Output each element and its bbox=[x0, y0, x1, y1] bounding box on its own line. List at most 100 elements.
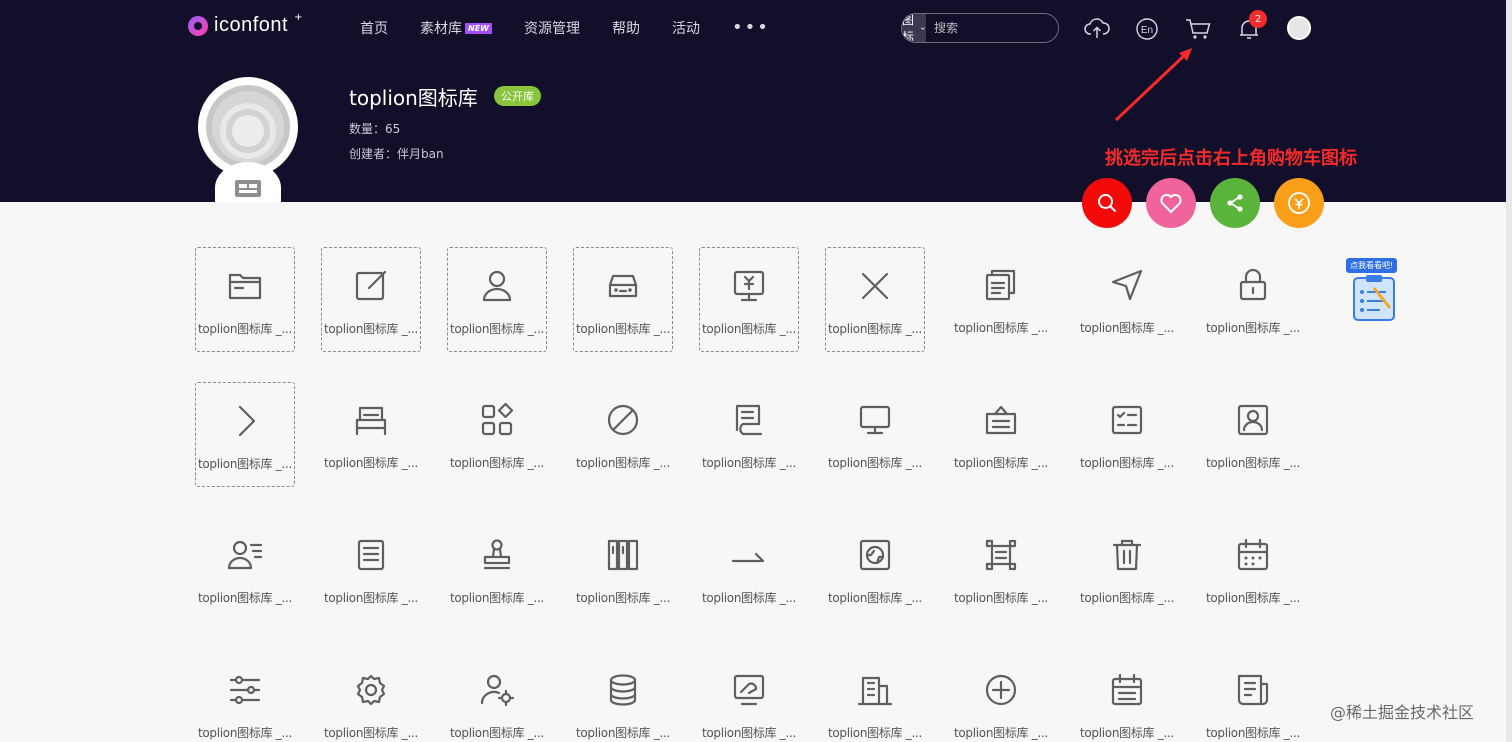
cloud-upload-icon[interactable] bbox=[1084, 16, 1110, 42]
calendar-icon bbox=[1233, 535, 1273, 575]
icon-label: toplion图标库 _... bbox=[827, 456, 923, 470]
magnifier-icon bbox=[1098, 194, 1117, 213]
icon-label: toplion图标库 _... bbox=[323, 456, 419, 470]
favorite-button[interactable] bbox=[1146, 178, 1196, 228]
cart-icon[interactable] bbox=[1185, 16, 1211, 42]
trash-icon bbox=[1107, 535, 1147, 575]
icon-card[interactable]: toplion图标库 _... bbox=[573, 247, 673, 352]
icon-card[interactable]: toplion图标库 _... bbox=[321, 517, 421, 622]
search-type-label: 图标 bbox=[902, 13, 915, 43]
forbidden-icon bbox=[603, 400, 643, 440]
books-icon bbox=[603, 535, 643, 575]
icon-card[interactable]: toplion图标库 _... bbox=[1077, 382, 1177, 487]
stamp-icon bbox=[477, 535, 517, 575]
icon-label: toplion图标库 _... bbox=[575, 726, 671, 740]
icon-card[interactable]: toplion图标库 _... bbox=[1203, 382, 1303, 487]
nav-activities[interactable]: 活动 bbox=[672, 18, 700, 38]
icon-card[interactable]: toplion图标库 _... bbox=[321, 382, 421, 487]
building-icon bbox=[855, 670, 895, 710]
icon-card[interactable]: toplion图标库 _... bbox=[951, 247, 1051, 352]
icon-card[interactable]: toplion图标库 _... bbox=[1077, 517, 1177, 622]
icon-card[interactable]: toplion图标库 _... bbox=[825, 382, 925, 487]
icon-label: toplion图标库 _... bbox=[953, 726, 1049, 740]
icon-card[interactable]: toplion图标库 _... bbox=[573, 652, 673, 742]
icon-label: toplion图标库 _... bbox=[1205, 726, 1301, 740]
document-stack-icon bbox=[981, 265, 1021, 305]
icon-card[interactable]: toplion图标库 _... bbox=[447, 382, 547, 487]
search-action-button[interactable] bbox=[1082, 178, 1132, 228]
icon-card[interactable]: toplion图标库 _... bbox=[321, 652, 421, 742]
icon-card[interactable]: toplion图标库 _... bbox=[825, 652, 925, 742]
icon-label: toplion图标库 _... bbox=[449, 456, 545, 470]
icon-card[interactable]: toplion图标库 _... bbox=[195, 247, 295, 352]
language-icon[interactable]: En bbox=[1134, 16, 1160, 42]
page: iconfont + 首页 素材库NEW 资源管理 帮助 活动 ••• 图标 bbox=[0, 0, 1512, 742]
icon-card[interactable]: toplion图标库 _... bbox=[195, 652, 295, 742]
icon-card[interactable]: toplion图标库 _... bbox=[951, 517, 1051, 622]
chevron-right-icon bbox=[225, 401, 265, 441]
promo-widget[interactable]: 点我看看吧! bbox=[1346, 258, 1404, 326]
edit-icon bbox=[351, 266, 391, 306]
nav-home[interactable]: 首页 bbox=[360, 18, 388, 38]
checklist-icon bbox=[1107, 400, 1147, 440]
database-icon bbox=[603, 670, 643, 710]
picture-icon bbox=[855, 535, 895, 575]
icon-card[interactable]: toplion图标库 _... bbox=[447, 652, 547, 742]
icon-card[interactable]: toplion图标库 _... bbox=[447, 517, 547, 622]
icon-label: toplion图标库 _... bbox=[701, 726, 797, 740]
icon-label: toplion图标库 _... bbox=[1079, 456, 1175, 470]
icon-card[interactable]: toplion图标库 _... bbox=[825, 247, 925, 352]
heart-icon bbox=[1160, 193, 1182, 214]
search-type-select[interactable]: 图标 bbox=[902, 13, 927, 43]
library-title: toplion图标库 bbox=[349, 86, 478, 110]
icon-card[interactable]: toplion图标库 _... bbox=[321, 247, 421, 352]
logo[interactable]: iconfont + bbox=[188, 12, 302, 37]
public-library-tag: 公开库 bbox=[494, 86, 541, 106]
user-icon bbox=[477, 266, 517, 306]
icon-card[interactable]: toplion图标库 _... bbox=[699, 382, 799, 487]
clipboard-icon bbox=[1353, 275, 1395, 321]
user-avatar[interactable] bbox=[1287, 16, 1311, 40]
user-settings-icon bbox=[477, 670, 517, 710]
top-nav: iconfont + 首页 素材库NEW 资源管理 帮助 活动 ••• 图标 bbox=[0, 0, 1506, 56]
search-input[interactable] bbox=[926, 14, 1058, 42]
search-box: 图标 bbox=[901, 13, 1059, 43]
nav-help[interactable]: 帮助 bbox=[612, 18, 640, 38]
library-creator[interactable]: 创建者：伴月ban bbox=[349, 145, 444, 162]
icon-card[interactable]: toplion图标库 _... bbox=[1203, 652, 1303, 742]
folder-icon bbox=[225, 266, 265, 306]
icon-card[interactable]: toplion图标库 _... bbox=[951, 382, 1051, 487]
icon-card[interactable]: toplion图标库 _... bbox=[195, 382, 295, 487]
icon-card[interactable]: toplion图标库 _... bbox=[195, 517, 295, 622]
icon-label: toplion图标库 _... bbox=[953, 456, 1049, 470]
icon-card[interactable]: toplion图标库 _... bbox=[1203, 517, 1303, 622]
nav-resource-management[interactable]: 资源管理 bbox=[524, 18, 580, 38]
icon-label: toplion图标库 _... bbox=[197, 726, 293, 740]
icon-label: toplion图标库 _... bbox=[323, 591, 419, 605]
nav-materials[interactable]: 素材库 NEW bbox=[420, 18, 492, 38]
more-icon[interactable]: ••• bbox=[732, 19, 770, 37]
car-icon bbox=[603, 266, 643, 306]
icon-card[interactable]: toplion图标库 _... bbox=[573, 382, 673, 487]
share-button[interactable] bbox=[1210, 178, 1260, 228]
header: iconfont + 首页 素材库NEW 资源管理 帮助 活动 ••• 图标 bbox=[0, 0, 1506, 202]
scrollbar[interactable] bbox=[1506, 0, 1512, 742]
library-avatar bbox=[197, 76, 299, 202]
icon-label: toplion图标库 _... bbox=[575, 322, 671, 336]
icon-card[interactable]: toplion图标库 _... bbox=[825, 517, 925, 622]
icon-card[interactable]: toplion图标库 _... bbox=[1203, 247, 1303, 352]
icon-card[interactable]: toplion图标库 _... bbox=[951, 652, 1051, 742]
icon-card[interactable]: toplion图标库 _... bbox=[1077, 247, 1177, 352]
icon-card[interactable]: toplion图标库 _... bbox=[699, 247, 799, 352]
icon-card[interactable]: toplion图标库 _... bbox=[447, 247, 547, 352]
monitor-icon bbox=[855, 400, 895, 440]
icon-card[interactable]: toplion图标库 _... bbox=[573, 517, 673, 622]
gear-icon bbox=[351, 670, 391, 710]
icon-card[interactable]: toplion图标库 _... bbox=[699, 652, 799, 742]
book-icon bbox=[729, 400, 769, 440]
svg-text:En: En bbox=[1141, 25, 1153, 36]
icon-label: toplion图标库 _... bbox=[323, 726, 419, 740]
icon-card[interactable]: toplion图标库 _... bbox=[699, 517, 799, 622]
icon-card[interactable]: toplion图标库 _... bbox=[1077, 652, 1177, 742]
reward-button[interactable] bbox=[1274, 178, 1324, 228]
